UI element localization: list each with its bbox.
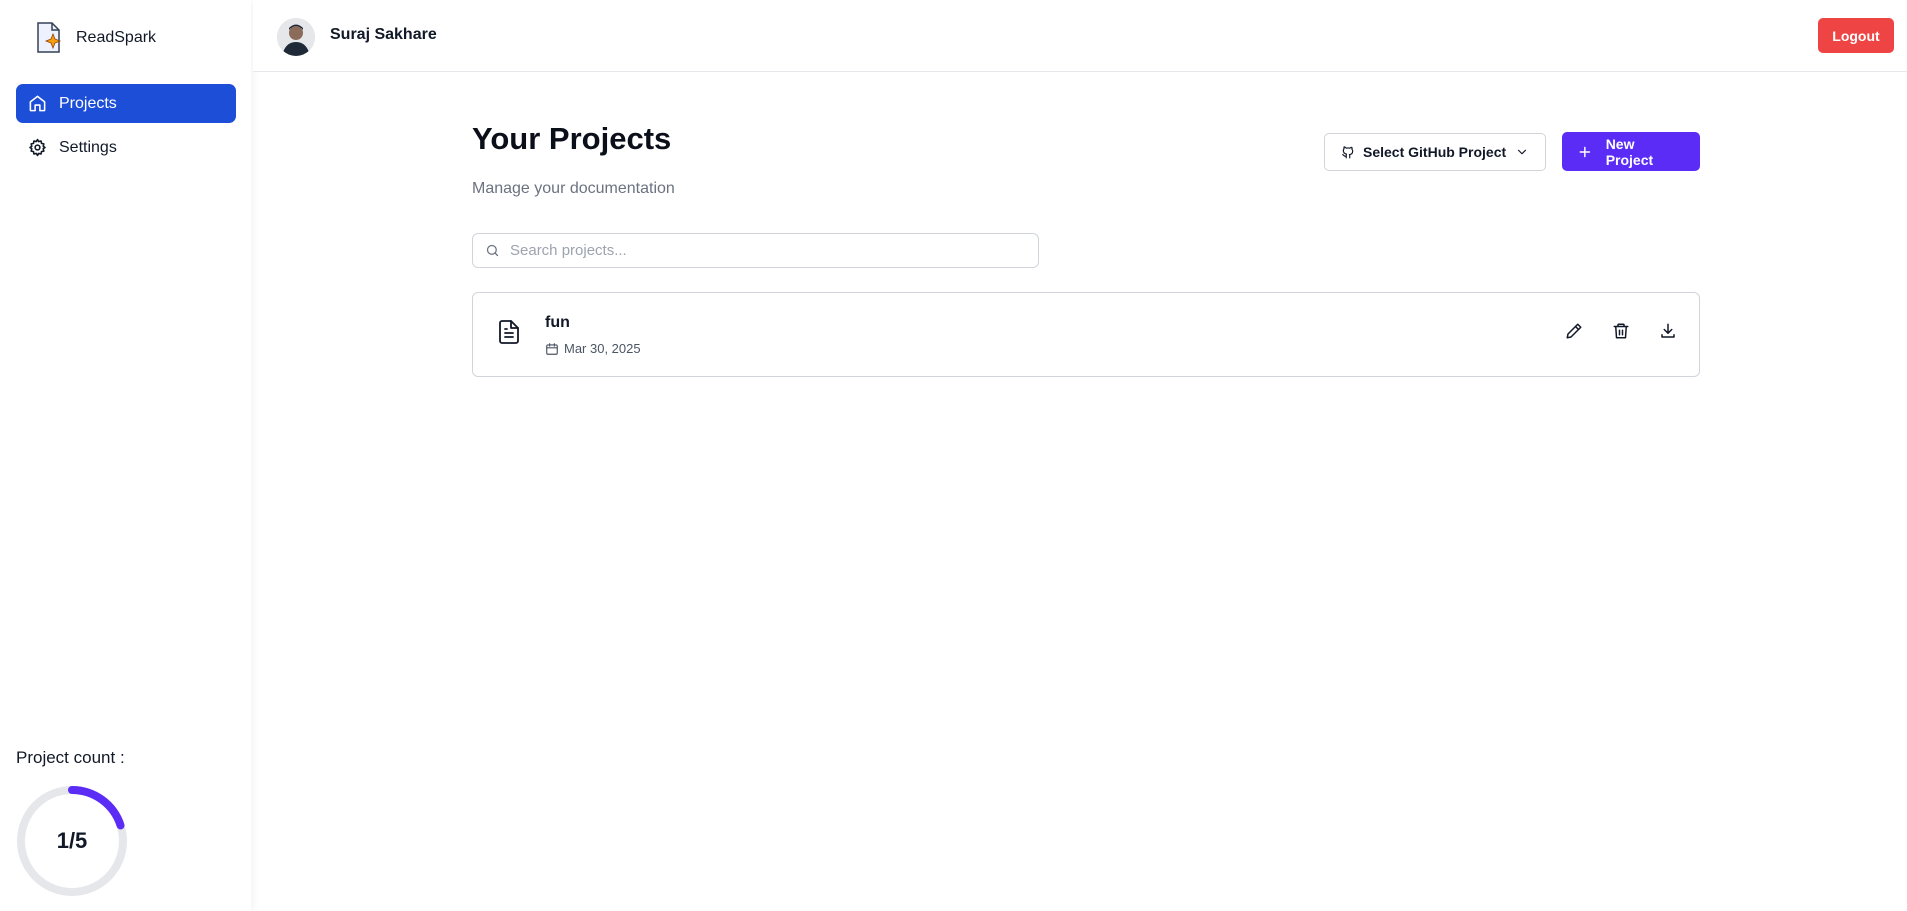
edit-button[interactable] (1565, 322, 1583, 340)
github-select-label: Select GitHub Project (1363, 144, 1507, 160)
user-name: Suraj Sakhare (330, 26, 437, 43)
readspark-logo-icon (37, 22, 62, 53)
home-icon (29, 95, 46, 112)
delete-button[interactable] (1612, 322, 1630, 340)
page-subtitle: Manage your documentation (472, 180, 675, 197)
chevron-down-icon (1517, 149, 1527, 155)
gear-icon (29, 138, 46, 157)
project-card[interactable]: fun Mar 30, 2025 (472, 292, 1700, 377)
search-input[interactable] (510, 242, 1010, 259)
download-button[interactable] (1659, 322, 1677, 340)
sidebar-item-label: Settings (59, 138, 117, 156)
file-text-icon (499, 320, 519, 344)
download-icon (1661, 323, 1675, 338)
github-icon (1342, 146, 1354, 159)
brand-name: ReadSpark (76, 28, 157, 46)
avatar[interactable] (277, 18, 315, 56)
calendar-icon (546, 342, 558, 355)
sidebar-item-settings[interactable]: Settings (16, 128, 236, 167)
sidebar-nav: Projects Settings (16, 84, 236, 172)
project-name[interactable]: fun (545, 314, 570, 332)
sidebar-item-projects[interactable]: Projects (16, 84, 236, 123)
github-project-select[interactable]: Select GitHub Project (1324, 133, 1546, 171)
page-title: Your Projects (472, 121, 672, 156)
sidebar: ReadSpark Projects Settings Project coun… (0, 0, 251, 911)
pencil-icon (1566, 323, 1582, 339)
plus-icon (1579, 146, 1591, 157)
brand[interactable]: ReadSpark (32, 20, 156, 55)
project-date: Mar 30, 2025 (545, 341, 641, 356)
search-icon (486, 244, 499, 257)
new-project-label: New Project (1605, 135, 1654, 168)
project-count-value: 1/5 (56, 828, 88, 853)
top-bar: Suraj Sakhare Logout (253, 0, 1907, 72)
project-actions (1565, 322, 1677, 340)
trash-icon (1613, 323, 1629, 339)
project-date-text: Mar 30, 2025 (564, 341, 641, 356)
search-box (472, 233, 1039, 268)
new-project-button[interactable]: New Project (1562, 132, 1700, 171)
logout-button[interactable]: Logout (1818, 18, 1894, 53)
sidebar-item-label: Projects (59, 94, 117, 112)
user-avatar-icon (277, 18, 315, 56)
project-count-label: Project count : (16, 748, 125, 767)
